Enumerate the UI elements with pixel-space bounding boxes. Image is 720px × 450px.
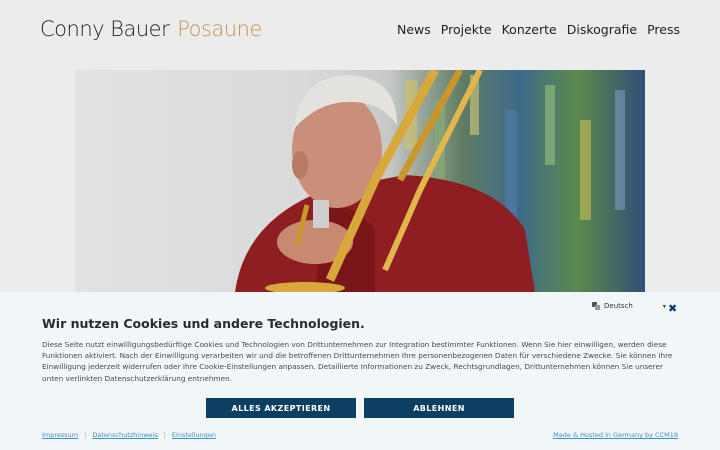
nav-diskografie[interactable]: Diskografie <box>567 22 637 37</box>
settings-link[interactable]: Einstellungen <box>172 431 216 439</box>
site-header: Conny Bauer Posaune News Projekte Konzert… <box>0 0 720 60</box>
main-nav: News Projekte Konzerte Diskografie Press <box>397 22 680 37</box>
accept-all-button[interactable]: ALLES AKZEPTIEREN <box>206 398 356 418</box>
separator: | <box>84 431 87 439</box>
separator: | <box>163 431 166 439</box>
nav-press[interactable]: Press <box>647 22 680 37</box>
cookie-banner: Deutsch ▾ ✖ Wir nutzen Cookies und ander… <box>0 292 720 450</box>
impressum-link[interactable]: Impressum <box>42 431 78 439</box>
brand-logo[interactable]: Conny Bauer Posaune <box>40 17 262 41</box>
language-label: Deutsch <box>604 302 633 310</box>
decline-button[interactable]: ABLEHNEN <box>364 398 514 418</box>
privacy-link[interactable]: Datenschutzhinweis <box>92 431 157 439</box>
cookie-text: Diese Seite nutzt einwilligungsbedürftig… <box>42 340 673 383</box>
nav-news[interactable]: News <box>397 22 431 37</box>
trombone-player-photo <box>235 70 625 292</box>
translate-icon <box>592 302 600 310</box>
cookie-footer-links: Impressum | Datenschutzhinweis | Einstel… <box>42 431 216 439</box>
cookie-title: Wir nutzen Cookies und andere Technologi… <box>42 316 365 331</box>
close-icon[interactable]: ✖ <box>668 302 677 315</box>
language-select[interactable]: Deutsch ▾ <box>592 302 666 310</box>
brand-subtitle: Posaune <box>177 17 262 41</box>
nav-projekte[interactable]: Projekte <box>441 22 492 37</box>
made-by-link[interactable]: Made & Hosted in Germany by CCM19 <box>553 431 678 439</box>
hero-image <box>75 70 645 292</box>
chevron-down-icon: ▾ <box>662 302 666 310</box>
nav-konzerte[interactable]: Konzerte <box>502 22 557 37</box>
brand-name: Conny Bauer <box>40 17 170 41</box>
